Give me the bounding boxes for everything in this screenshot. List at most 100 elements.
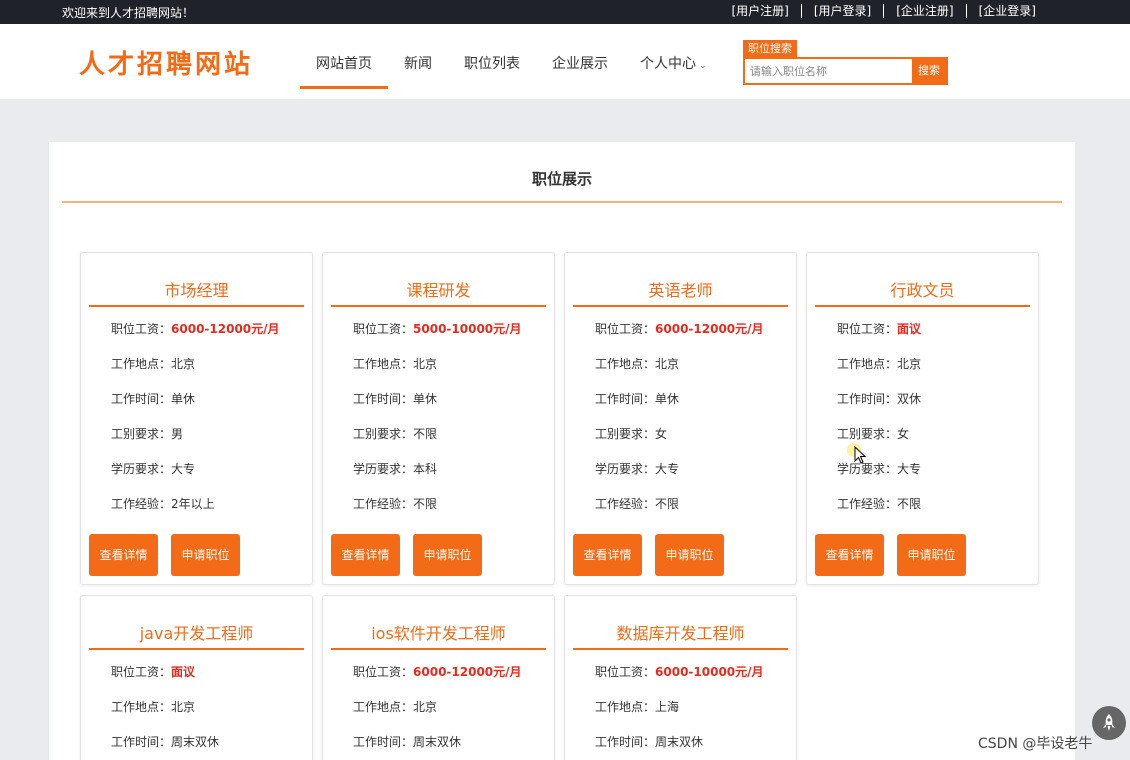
- job-field-gender: 工别要求：不限: [353, 425, 437, 442]
- field-label: 工别要求：: [353, 427, 414, 441]
- field-value: 面议: [171, 665, 196, 679]
- job-field-time: 工作时间：双休: [837, 390, 921, 407]
- job-field-location: 工作地点：北京: [353, 355, 437, 372]
- apply-job-button[interactable]: 申请职位: [897, 534, 966, 576]
- job-field-location: 工作地点：上海: [595, 698, 679, 715]
- field-label: 工作地点：: [595, 357, 656, 371]
- view-details-button[interactable]: 查看详情: [815, 534, 884, 576]
- job-card: ios软件开发工程师职位工资：6000-12000元/月 工作地点：北京工作时间：…: [322, 595, 555, 760]
- job-title[interactable]: 市场经理: [89, 277, 304, 301]
- field-value: 女: [655, 427, 668, 441]
- mouse-cursor-icon: [854, 446, 867, 464]
- job-search: 职位搜索 搜索: [743, 40, 948, 87]
- job-field-location: 工作地点：北京: [353, 698, 437, 715]
- user-login-link[interactable]: [用户登录]: [800, 4, 883, 18]
- job-field-time: 工作时间：单休: [595, 390, 679, 407]
- nav-personal-center[interactable]: 个人中心 ⌄: [624, 24, 723, 89]
- field-value: 6000-10000元/月: [655, 665, 764, 679]
- search-input[interactable]: [745, 59, 912, 83]
- job-field-gender: 工别要求：男: [111, 425, 183, 442]
- job-title[interactable]: 行政文员: [815, 277, 1030, 301]
- field-label: 工作经验：: [595, 497, 656, 511]
- watermark: CSDN @毕设老牛: [978, 736, 1093, 752]
- job-field-experience: 工作经验：不限: [353, 495, 437, 512]
- nav-job-list[interactable]: 职位列表: [448, 24, 536, 89]
- job-field-salary: 职位工资：6000-10000元/月: [595, 663, 764, 680]
- field-value: 双休: [897, 392, 922, 406]
- job-title-divider: [573, 648, 788, 650]
- job-field-education: 学历要求：大专: [111, 460, 195, 477]
- field-label: 学历要求：: [595, 462, 656, 476]
- field-value: 上海: [655, 700, 680, 714]
- back-to-top-button[interactable]: [1092, 706, 1126, 740]
- rocket-icon: [1103, 714, 1115, 731]
- field-value: 北京: [171, 700, 196, 714]
- job-field-education: 学历要求：大专: [837, 460, 921, 477]
- field-label: 工作经验：: [837, 497, 898, 511]
- job-field-time: 工作时间：单休: [353, 390, 437, 407]
- field-label: 工作地点：: [837, 357, 898, 371]
- job-field-experience: 工作经验：2年以上: [111, 495, 215, 512]
- field-label: 职位工资：: [111, 665, 172, 679]
- auth-links: [用户注册] [用户登录] [企业注册] [企业登录]: [720, 4, 1049, 18]
- nav-companies[interactable]: 企业展示: [536, 24, 624, 89]
- field-value: 北京: [413, 700, 438, 714]
- view-details-button[interactable]: 查看详情: [89, 534, 158, 576]
- field-label: 职位工资：: [837, 322, 898, 336]
- search-button[interactable]: 搜索: [912, 59, 946, 83]
- field-value: 北京: [897, 357, 922, 371]
- field-value: 大专: [171, 462, 196, 476]
- field-value: 不限: [413, 497, 438, 511]
- job-title[interactable]: java开发工程师: [89, 620, 304, 644]
- welcome-text: 欢迎来到人才招聘网站！: [62, 6, 195, 20]
- apply-job-button[interactable]: 申请职位: [655, 534, 724, 576]
- site-logo[interactable]: 人才招聘网站: [79, 44, 253, 81]
- field-label: 职位工资：: [595, 665, 656, 679]
- job-field-experience: 工作经验：不限: [595, 495, 679, 512]
- company-login-link[interactable]: [企业登录]: [965, 4, 1048, 18]
- field-label: 工作地点：: [353, 700, 414, 714]
- job-title[interactable]: ios软件开发工程师: [331, 620, 546, 644]
- job-card: 行政文员 职位工资：面议 工作地点：北京 工作时间：双休 工别要求：女 学历要求：大专 工作…: [806, 252, 1039, 585]
- field-value: 大专: [655, 462, 680, 476]
- field-value: 不限: [655, 497, 680, 511]
- nav-job-list-label: 职位列表: [464, 56, 520, 72]
- main-nav: 网站首页 新闻 职位列表 企业展示 个人中心 ⌄: [300, 24, 723, 89]
- apply-job-button[interactable]: 申请职位: [413, 534, 482, 576]
- apply-job-button[interactable]: 申请职位: [171, 534, 240, 576]
- field-label: 工别要求：: [837, 427, 898, 441]
- job-card: java开发工程师 职位工资：面议 工作地点：北京 工作时间：周末双休: [80, 595, 313, 760]
- job-title[interactable]: 课程研发: [331, 277, 546, 301]
- field-label: 职位工资：: [595, 322, 656, 336]
- company-register-link[interactable]: [企业注册]: [883, 4, 965, 18]
- job-title[interactable]: 数据库开发工程师: [573, 620, 788, 644]
- job-field-salary: 职位工资：面议: [837, 320, 921, 337]
- field-value: 单休: [655, 392, 680, 406]
- job-card: 数据库开发工程师 职位工资：6000-10000元/月 工作地点：上海 工作时间：周末…: [564, 595, 797, 760]
- field-value: 男: [171, 427, 184, 441]
- job-card: 市场经理 职位工资：6000-12000元/月 工作地点：北京 工作时间：单休 工别要求…: [80, 252, 313, 585]
- nav-news[interactable]: 新闻: [388, 24, 448, 89]
- field-label: 工作地点：: [595, 700, 656, 714]
- job-field-location: 工作地点：北京: [595, 355, 679, 372]
- job-field-education: 学历要求：大专: [595, 460, 679, 477]
- field-value: 不限: [897, 497, 922, 511]
- field-value: 6000-12000元/月: [413, 665, 522, 679]
- field-value: 2年以上: [171, 497, 215, 511]
- job-field-experience: 工作经验：不限: [837, 495, 921, 512]
- job-field-salary: 职位工资：5000-10000元/月: [353, 320, 522, 337]
- section-divider: [62, 201, 1062, 203]
- job-title-divider: [331, 648, 546, 650]
- search-row: 搜索: [743, 57, 948, 85]
- nav-home[interactable]: 网站首页: [300, 24, 388, 89]
- field-label: 工作时间：: [595, 392, 656, 406]
- user-register-link[interactable]: [用户注册]: [720, 4, 801, 18]
- view-details-button[interactable]: 查看详情: [573, 534, 642, 576]
- job-field-time: 工作时间：周末双休: [353, 733, 461, 750]
- field-value: 面议: [897, 322, 922, 336]
- view-details-button[interactable]: 查看详情: [331, 534, 400, 576]
- job-title[interactable]: 英语老师: [573, 277, 788, 301]
- job-field-salary: 职位工资：6000-12000元/月: [353, 663, 522, 680]
- field-value: 周末双休: [655, 735, 704, 749]
- field-value: 本科: [413, 462, 438, 476]
